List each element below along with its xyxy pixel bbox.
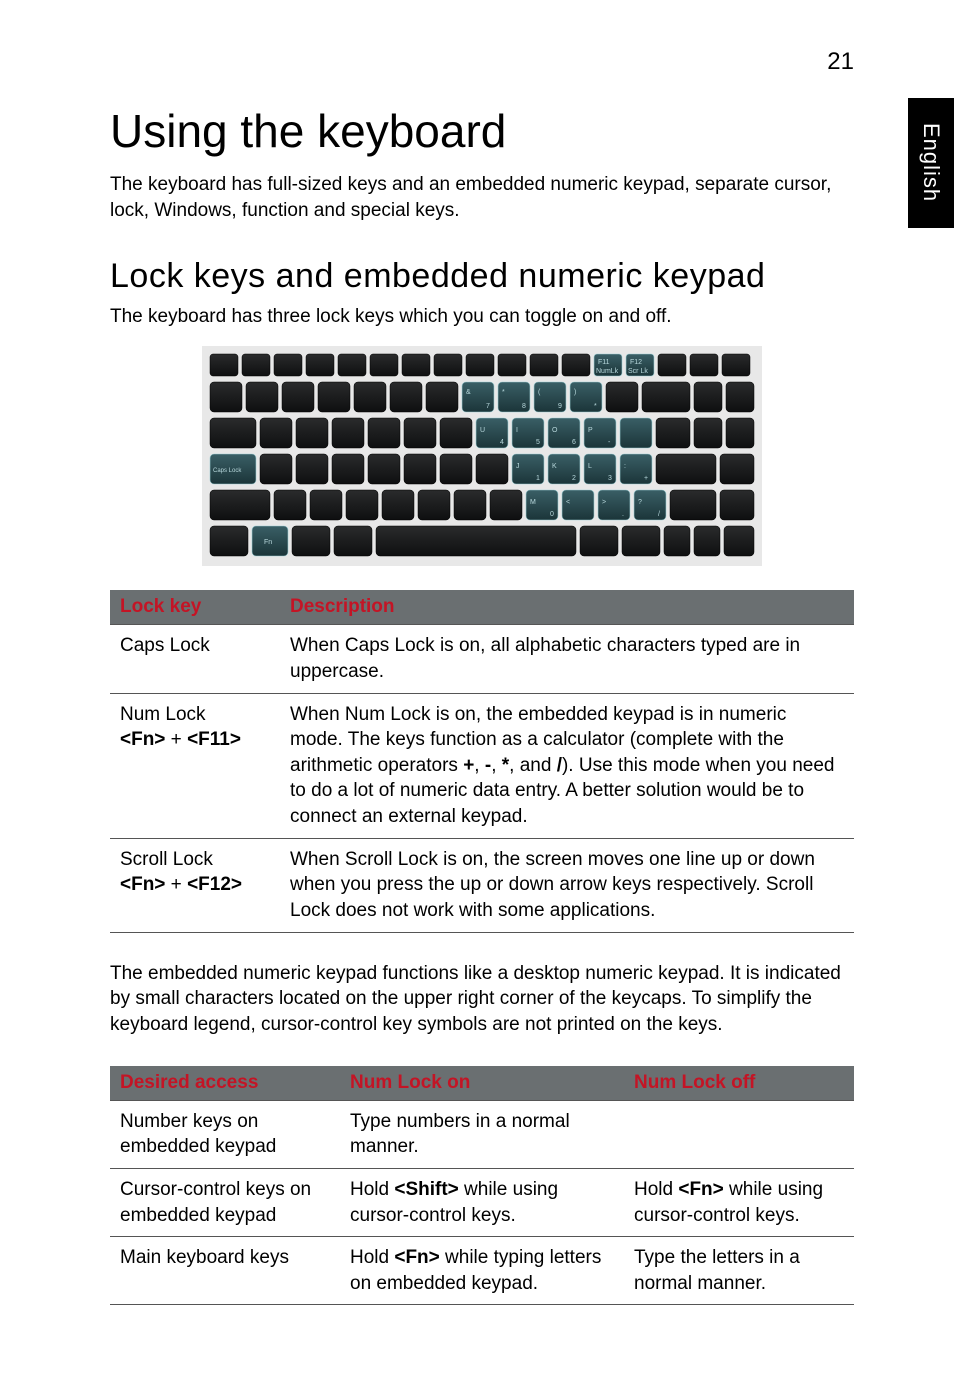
keypad-paragraph: The embedded numeric keypad functions li… bbox=[110, 961, 854, 1038]
svg-text:Fn: Fn bbox=[264, 539, 272, 546]
svg-text:M: M bbox=[530, 499, 536, 506]
svg-text:I: I bbox=[516, 427, 518, 434]
svg-text:*: * bbox=[594, 403, 597, 410]
svg-text:F11: F11 bbox=[598, 359, 610, 366]
lock-key-cell: Num Lock <Fn> + <F11> bbox=[110, 693, 280, 838]
svg-text:&: & bbox=[466, 389, 471, 396]
table-row: Num Lock <Fn> + <F11> When Num Lock is o… bbox=[110, 693, 854, 838]
description-cell: When Caps Lock is on, all alphabetic cha… bbox=[280, 625, 854, 693]
table-row: Caps Lock When Caps Lock is on, all alph… bbox=[110, 625, 854, 693]
svg-text:Caps Lock: Caps Lock bbox=[213, 468, 242, 474]
description-cell: When Scroll Lock is on, the screen moves… bbox=[280, 838, 854, 932]
svg-text:): ) bbox=[574, 389, 576, 396]
svg-text:6: 6 bbox=[572, 439, 576, 446]
svg-text:*: * bbox=[502, 389, 505, 396]
table-header: Num Lock on bbox=[340, 1066, 624, 1101]
svg-text:<: < bbox=[566, 499, 570, 506]
desired-access-table: Desired access Num Lock on Num Lock off … bbox=[110, 1066, 854, 1306]
table-row: Number keys on embedded keypad Type numb… bbox=[110, 1100, 854, 1168]
svg-text:8: 8 bbox=[522, 403, 526, 410]
table-header: Description bbox=[280, 590, 854, 625]
access-cell: Cursor-control keys on embedded keypad bbox=[110, 1168, 340, 1236]
table-header: Lock key bbox=[110, 590, 280, 625]
numlock-off-cell: Hold <Fn> while using cursor-control key… bbox=[624, 1168, 854, 1236]
svg-text:K: K bbox=[552, 463, 557, 470]
svg-text:/: / bbox=[658, 511, 660, 518]
table-row: Cursor-control keys on embedded keypad H… bbox=[110, 1168, 854, 1236]
description-cell: When Num Lock is on, the embedded keypad… bbox=[280, 693, 854, 838]
table-header: Desired access bbox=[110, 1066, 340, 1101]
table-row: Main keyboard keys Hold <Fn> while typin… bbox=[110, 1237, 854, 1305]
svg-text:1: 1 bbox=[536, 475, 540, 482]
svg-text:?: ? bbox=[638, 499, 642, 506]
access-cell: Main keyboard keys bbox=[110, 1237, 340, 1305]
lock-key-cell: Caps Lock bbox=[110, 625, 280, 693]
language-tab: English bbox=[908, 98, 954, 228]
svg-text:9: 9 bbox=[558, 403, 562, 410]
table-header: Num Lock off bbox=[624, 1066, 854, 1101]
access-cell: Number keys on embedded keypad bbox=[110, 1100, 340, 1168]
svg-text:L: L bbox=[588, 463, 592, 470]
svg-text:J: J bbox=[516, 463, 520, 470]
svg-text:3: 3 bbox=[608, 475, 612, 482]
svg-text:.: . bbox=[622, 511, 624, 518]
keyboard-image: F11NumLk F12Scr Lk &7 *8 (9 )* U4 I5 O6 … bbox=[202, 346, 762, 566]
svg-text:4: 4 bbox=[500, 439, 504, 446]
numlock-on-cell: Type numbers in a normal manner. bbox=[340, 1100, 624, 1168]
lock-keys-table: Lock key Description Caps Lock When Caps… bbox=[110, 590, 854, 932]
svg-text:+: + bbox=[644, 475, 648, 482]
intro-paragraph: The keyboard has full-sized keys and an … bbox=[110, 172, 854, 223]
numlock-off-cell bbox=[624, 1100, 854, 1168]
numlock-on-cell: Hold <Fn> while typing letters on embedd… bbox=[340, 1237, 624, 1305]
section-heading: Lock keys and embedded numeric keypad bbox=[110, 257, 854, 296]
svg-text:5: 5 bbox=[536, 439, 540, 446]
svg-text:P: P bbox=[588, 427, 593, 434]
section-lead: The keyboard has three lock keys which y… bbox=[110, 306, 854, 328]
svg-text:2: 2 bbox=[572, 475, 576, 482]
numlock-on-cell: Hold <Shift> while using cursor-control … bbox=[340, 1168, 624, 1236]
table-row: Scroll Lock <Fn> + <F12> When Scroll Loc… bbox=[110, 838, 854, 932]
svg-text:F12: F12 bbox=[630, 359, 642, 366]
svg-text:U: U bbox=[480, 427, 485, 434]
svg-text:0: 0 bbox=[550, 511, 554, 518]
svg-text:Scr Lk: Scr Lk bbox=[628, 368, 648, 375]
page-title: Using the keyboard bbox=[110, 104, 854, 158]
page-content: 21 Using the keyboard The keyboard has f… bbox=[0, 0, 954, 1393]
page-number: 21 bbox=[110, 48, 854, 76]
numlock-off-cell: Type the letters in a normal manner. bbox=[624, 1237, 854, 1305]
svg-text:NumLk: NumLk bbox=[596, 368, 619, 375]
svg-text:>: > bbox=[602, 499, 606, 506]
svg-text::: : bbox=[624, 463, 626, 470]
svg-text:7: 7 bbox=[486, 403, 490, 410]
svg-text:O: O bbox=[552, 427, 558, 434]
lock-key-cell: Scroll Lock <Fn> + <F12> bbox=[110, 838, 280, 932]
